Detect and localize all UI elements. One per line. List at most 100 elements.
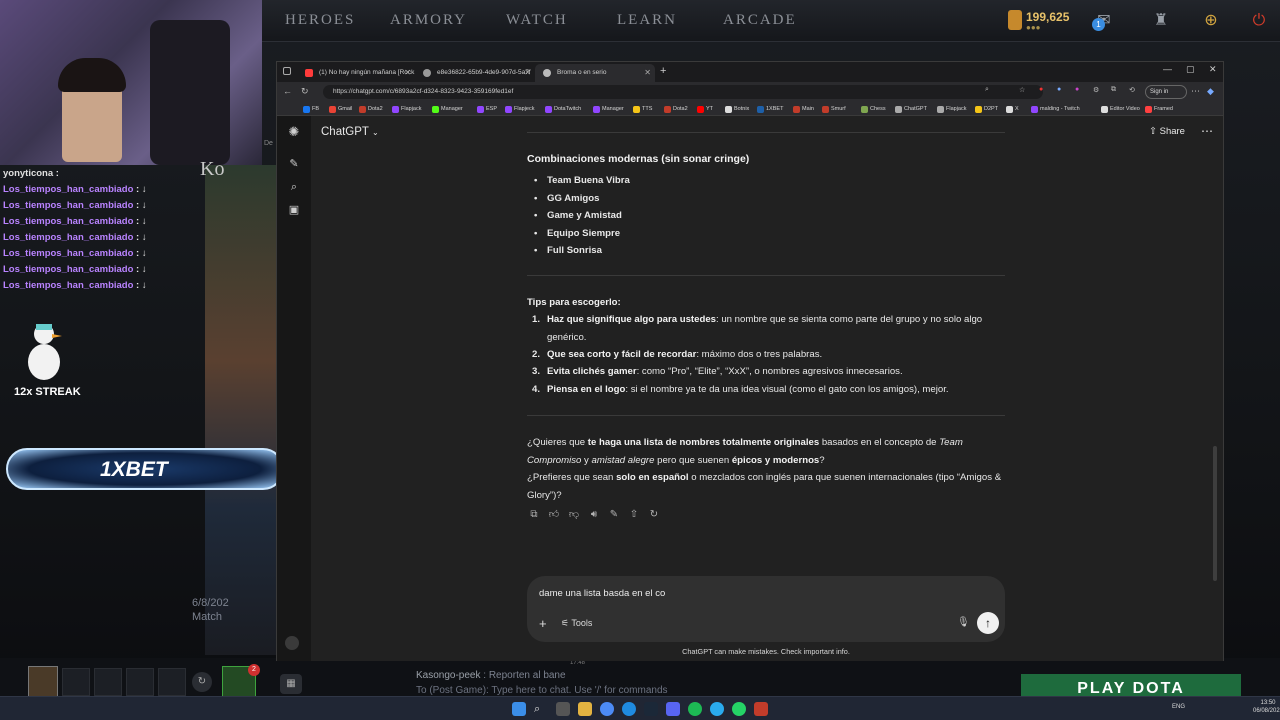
bookmark-item[interactable]: 1XBET — [757, 104, 783, 114]
start-icon[interactable] — [512, 702, 526, 716]
clock[interactable]: 13:5006/08/2025 — [1253, 699, 1280, 715]
hero-portrait[interactable] — [28, 666, 58, 698]
zoom-icon[interactable]: ⌕ — [985, 86, 989, 94]
nav-armory[interactable]: ARMORY — [390, 12, 467, 29]
close-icon[interactable]: ✕ — [524, 64, 531, 82]
tab-chatgpt[interactable]: Broma o en serio ✕ — [535, 64, 655, 82]
menu-dots-icon[interactable]: ⋯ — [1191, 86, 1200, 97]
bookmark-item[interactable]: Manager — [432, 104, 463, 114]
file-explorer-icon[interactable] — [578, 702, 592, 716]
bookmark-item[interactable]: Gmail — [329, 104, 352, 114]
bookmark-item[interactable]: Dota2 — [664, 104, 688, 114]
nav-heroes[interactable]: HEROES — [285, 12, 355, 29]
library-icon[interactable]: ▣ — [286, 202, 302, 218]
microphone-icon[interactable]: 🎙︎ — [957, 617, 970, 628]
bookmark-item[interactable]: ChatGPT — [895, 104, 927, 114]
reload-icon[interactable]: ↻ — [301, 86, 309, 97]
bookmark-item[interactable]: Manager — [593, 104, 624, 114]
party-slot[interactable] — [158, 668, 186, 696]
spotify-icon[interactable] — [688, 702, 702, 716]
minimize-button[interactable]: — — [1163, 64, 1172, 74]
bookmark-item[interactable]: YT — [697, 104, 713, 114]
discord-icon[interactable] — [666, 702, 680, 716]
bookmark-item[interactable]: X — [1006, 104, 1019, 114]
edit-canvas-icon[interactable]: ✎ — [607, 508, 621, 522]
thumbs-up-icon[interactable]: 👍︎ — [547, 508, 561, 522]
sign-in-button[interactable]: Sign in — [1145, 85, 1187, 99]
thumbs-down-icon[interactable]: 👎︎ — [567, 508, 581, 522]
history-icon[interactable]: ⟲ — [1129, 86, 1135, 94]
new-tab-button[interactable]: + — [660, 65, 666, 77]
extension-icon[interactable]: ● — [1039, 86, 1043, 93]
steam-icon[interactable] — [644, 702, 658, 716]
bookmark-item[interactable]: Flapjack — [937, 104, 966, 114]
whatsapp-icon[interactable] — [732, 702, 746, 716]
chat-input-hint[interactable]: To (Post Game): Type here to chat. Use '… — [416, 685, 668, 696]
maximize-button[interactable]: ▢ — [1186, 64, 1195, 75]
back-icon[interactable]: ← — [283, 86, 292, 96]
nav-arcade[interactable]: ARCADE — [723, 12, 797, 29]
extension-icon[interactable]: ⚙ — [1093, 86, 1099, 94]
close-icon[interactable]: ✕ — [644, 64, 651, 82]
read-aloud-icon[interactable]: 🔊︎ — [587, 508, 601, 522]
new-chat-icon[interactable]: ✎ — [286, 156, 302, 172]
tools-button[interactable]: ⚟ Tools — [561, 618, 592, 629]
grid-menu-icon[interactable]: ▦ — [280, 674, 302, 694]
regenerate-icon[interactable]: ↻ — [647, 508, 661, 522]
prompt-input[interactable]: dame una lista basda en el co — [539, 588, 665, 599]
send-button[interactable]: ↑ — [977, 612, 999, 634]
party-slot[interactable] — [126, 668, 154, 696]
tab-menu-icon[interactable] — [283, 67, 291, 75]
copy-icon[interactable]: ⧉ — [527, 508, 541, 522]
nav-learn[interactable]: LEARN — [617, 12, 677, 29]
bookmark-item[interactable]: D2PT — [975, 104, 998, 114]
bookmark-item[interactable]: Chess — [861, 104, 886, 114]
search-icon[interactable]: ⌕ — [286, 179, 302, 195]
plus-icon[interactable]: ⊕ — [1200, 10, 1222, 32]
tab-doc[interactable]: e8e36822-65b9-4de9-907d-5a7f ✕ — [415, 64, 535, 82]
bookmark-item[interactable]: Smurf — [822, 104, 846, 114]
party-slot[interactable] — [94, 668, 122, 696]
puzzle-icon[interactable]: ⧉ — [1111, 86, 1116, 94]
bookmark-item[interactable]: FB — [303, 104, 319, 114]
more-options-icon[interactable]: ⋯ — [1201, 124, 1213, 138]
chatgpt-logo-icon[interactable]: ✺ — [286, 124, 302, 140]
close-icon[interactable]: ✕ — [404, 64, 411, 82]
close-window-button[interactable]: ✕ — [1209, 64, 1217, 75]
bookmark-item[interactable]: Dota2 — [359, 104, 383, 114]
share-button[interactable]: ⇧ Share — [1149, 126, 1185, 137]
refresh-icon[interactable]: ↻ — [192, 672, 212, 692]
bookmark-item[interactable]: DotaTwitch — [545, 104, 581, 114]
bookmark-item[interactable]: Flapjeck — [505, 104, 534, 114]
share-icon[interactable]: ⇧ — [627, 508, 641, 522]
play-dota-button[interactable]: PLAY DOTA — [1021, 674, 1241, 696]
extension-icon[interactable]: ● — [1057, 86, 1061, 93]
bookmark-item[interactable]: Framed — [1145, 104, 1173, 114]
extension-icon[interactable]: ● — [1075, 86, 1079, 93]
party-slot[interactable] — [62, 668, 90, 696]
model-selector[interactable]: ChatGPT ⌄ — [321, 126, 379, 138]
armory-icon[interactable]: ♜ — [1150, 10, 1172, 32]
dota-icon[interactable] — [754, 702, 768, 716]
taskview-icon[interactable] — [556, 702, 570, 716]
power-icon[interactable]: ⏻ — [1248, 10, 1270, 32]
tab-youtube[interactable]: (1) No hay ningún mañana [Rock ✕ — [297, 64, 415, 82]
bookmark-item[interactable]: Main — [793, 104, 814, 114]
telegram-icon[interactable] — [710, 702, 724, 716]
add-attachment-icon[interactable]: + — [539, 616, 547, 631]
star-icon[interactable]: ☆ — [1019, 86, 1025, 94]
bookmark-item[interactable]: Flapjack — [392, 104, 421, 114]
edge-icon[interactable] — [622, 702, 636, 716]
bookmark-item[interactable]: ESP — [477, 104, 497, 114]
bookmark-item[interactable]: Editor Video — [1101, 104, 1140, 114]
account-icon[interactable] — [285, 636, 299, 650]
search-icon[interactable]: ⌕ — [534, 702, 548, 716]
nav-watch[interactable]: WATCH — [506, 12, 568, 29]
chrome-icon[interactable] — [600, 702, 614, 716]
bookmark-item[interactable]: TTS — [633, 104, 652, 114]
language-indicator[interactable]: ENG — [1172, 704, 1185, 710]
bookmark-item[interactable]: malding - Twitch — [1031, 104, 1080, 114]
scrollbar[interactable] — [1213, 446, 1217, 581]
copilot-icon[interactable]: ◆ — [1207, 86, 1214, 97]
bookmark-item[interactable]: Botnix — [725, 104, 749, 114]
